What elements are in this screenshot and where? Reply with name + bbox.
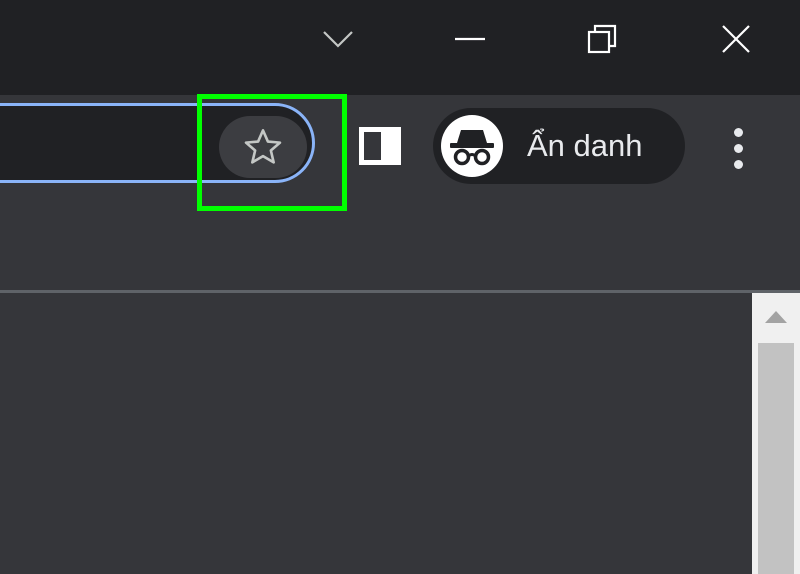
restore-button[interactable]	[562, 0, 642, 78]
minimize-icon	[455, 37, 485, 41]
tab-search-button[interactable]	[300, 0, 376, 78]
close-button[interactable]	[696, 0, 776, 78]
scroll-thumb[interactable]	[758, 343, 794, 574]
more-vert-icon	[733, 127, 743, 137]
scroll-up-button[interactable]	[752, 293, 800, 341]
title-bar	[0, 0, 800, 95]
chrome-menu-button[interactable]	[720, 120, 756, 176]
profile-chip[interactable]: Ẩn danh	[433, 108, 685, 184]
close-icon	[722, 25, 750, 53]
vertical-scrollbar[interactable]	[752, 293, 800, 574]
incognito-icon	[450, 130, 494, 166]
side-panel-icon	[359, 127, 401, 165]
profile-label: Ẩn danh	[527, 128, 643, 163]
highlight-box	[197, 94, 347, 211]
minimize-button[interactable]	[430, 0, 510, 78]
incognito-avatar	[441, 115, 503, 177]
chevron-down-icon	[323, 31, 353, 48]
side-panel-button[interactable]	[359, 127, 401, 165]
restore-icon	[587, 24, 617, 54]
triangle-up-icon	[765, 311, 787, 323]
page-content	[0, 293, 752, 574]
